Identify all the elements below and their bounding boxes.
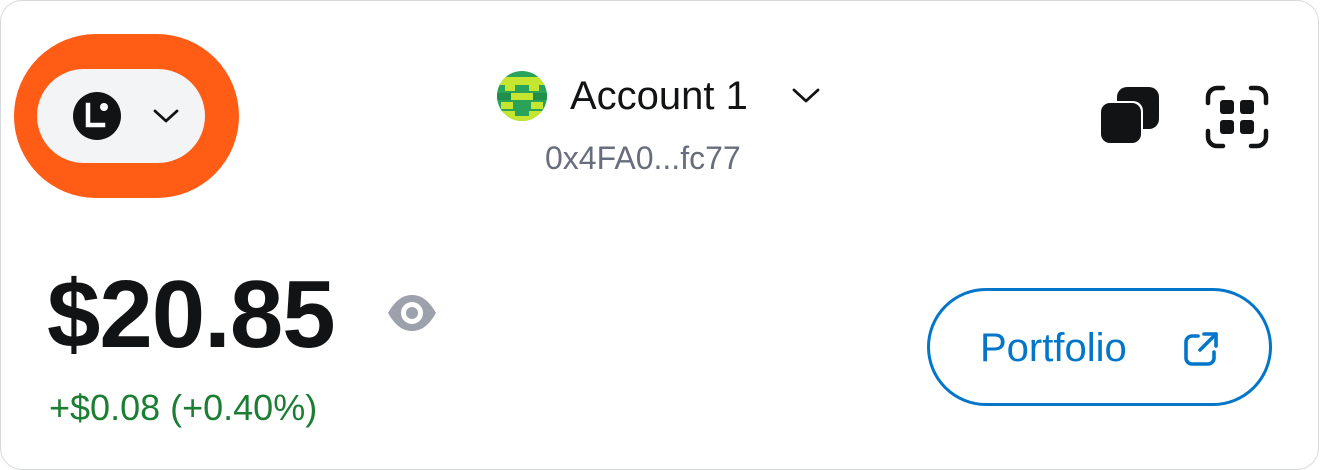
chevron-down-icon [153,109,179,123]
balance-change: +$0.08 (+0.40%) [49,387,318,428]
qr-scan-icon[interactable] [1204,85,1270,149]
eye-icon[interactable] [386,293,438,333]
linea-network-icon [73,92,121,140]
account-name[interactable]: Account 1 [570,69,748,123]
identicon-avatar [497,71,547,121]
wallet-overview-card: Account 1 0x4FA0...fc77 $20.85 +$0.08 (+… [0,0,1319,470]
chevron-down-icon[interactable] [789,83,823,107]
external-link-icon [1184,332,1218,366]
account-address[interactable]: 0x4FA0...fc77 [545,137,741,179]
network-picker-button[interactable] [37,69,205,163]
copy-icon[interactable] [1097,85,1161,147]
portfolio-button[interactable]: Portfolio [927,288,1272,406]
total-balance: $20.85 [47,261,336,368]
portfolio-label: Portfolio [980,326,1127,370]
